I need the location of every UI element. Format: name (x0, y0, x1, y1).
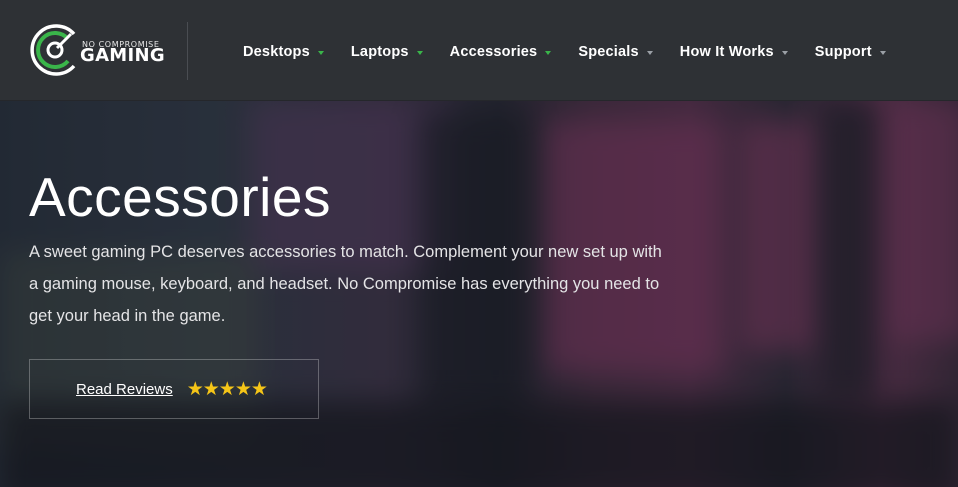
nav-item-desktops[interactable]: Desktops (243, 44, 324, 60)
header-divider (187, 22, 188, 80)
hero-description: A sweet gaming PC deserves accessories t… (29, 243, 662, 325)
page-title: Accessories (29, 166, 331, 228)
nav-item-how-it-works[interactable]: How It Works (680, 44, 788, 60)
nav-item-laptops[interactable]: Laptops (351, 44, 423, 60)
chevron-down-icon (879, 50, 886, 55)
chevron-down-icon (416, 50, 423, 55)
target-c-logo-icon (30, 24, 76, 76)
nav-item-label: Laptops (350, 44, 409, 60)
nav-item-label: Support (814, 44, 872, 60)
nav-item-label: Specials (578, 44, 639, 60)
site-header: NO COMPROMISE GAMING Desktops Laptops Ac… (0, 0, 958, 101)
nav-item-label: Desktops (243, 44, 310, 60)
brand-name: GAMING (80, 45, 165, 66)
chevron-down-icon (317, 50, 324, 55)
hero-banner: Accessories A sweet gaming PC deserves a… (0, 101, 958, 487)
read-reviews-link[interactable]: Read Reviews (76, 381, 173, 398)
nav-item-support[interactable]: Support (815, 44, 886, 60)
main-nav: Desktops Laptops Accessories Specials Ho… (243, 42, 913, 62)
chevron-down-icon (646, 50, 653, 55)
chevron-down-icon (545, 50, 552, 55)
chevron-down-icon (781, 50, 788, 55)
nav-item-accessories[interactable]: Accessories (450, 44, 552, 60)
star-rating-icon: ★★★★★ (186, 378, 268, 400)
nav-item-label: Accessories (449, 44, 538, 60)
nav-item-specials[interactable]: Specials (578, 44, 653, 60)
brand-logo[interactable]: NO COMPROMISE GAMING (28, 20, 165, 82)
reviews-box: Read Reviews ★★★★★ (29, 359, 319, 419)
nav-item-label: How It Works (679, 44, 774, 60)
